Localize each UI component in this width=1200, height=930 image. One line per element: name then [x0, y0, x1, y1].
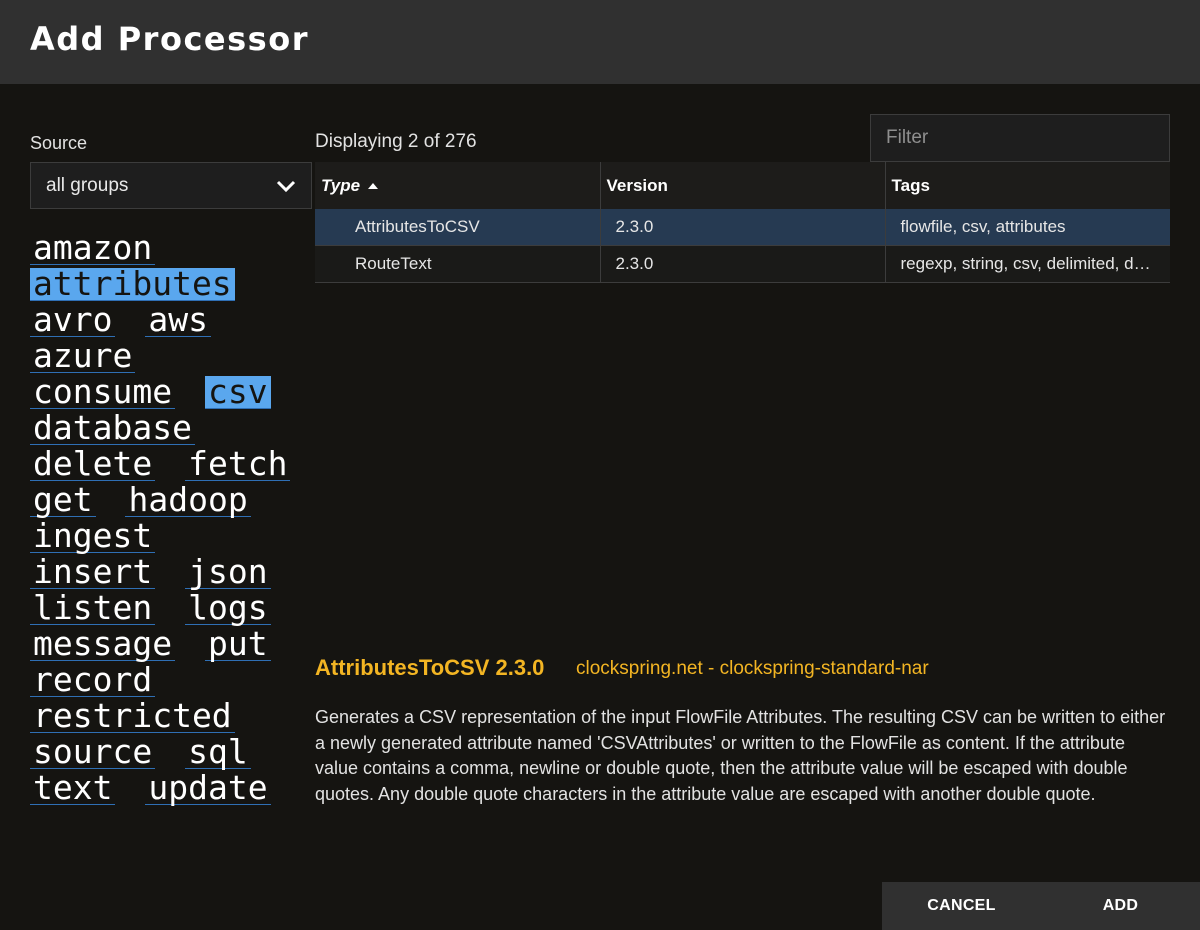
cell-version: 2.3.0	[599, 245, 885, 283]
tag-record[interactable]: record	[30, 663, 156, 697]
tag-restricted[interactable]: restricted	[30, 699, 235, 733]
tag-attributes[interactable]: attributes	[30, 267, 235, 301]
column-header-type-label: Type	[321, 175, 361, 195]
table-row[interactable]: AttributesToCSV 2.3.0 flowfile, csv, att…	[315, 209, 1170, 246]
chevron-down-icon	[276, 180, 296, 192]
tag-hadoop[interactable]: hadoop	[125, 483, 251, 517]
processor-bundle: clockspring.net - clockspring-standard-n…	[576, 658, 929, 679]
results-count: Displaying 2 of 276	[315, 131, 477, 152]
dialog-header: Add Processor	[0, 0, 1200, 84]
tag-source[interactable]: source	[30, 735, 156, 769]
tag-sql[interactable]: sql	[185, 735, 251, 769]
tag-update[interactable]: update	[145, 771, 271, 805]
dialog-actions: CANCEL ADD	[882, 882, 1200, 930]
tag-amazon[interactable]: amazon	[30, 231, 156, 265]
cell-tags: regexp, string, csv, delimited, delimite…	[884, 245, 1170, 283]
source-select[interactable]: all groups	[30, 162, 312, 209]
tag-csv[interactable]: csv	[204, 375, 271, 409]
cell-tags: flowfile, csv, attributes	[884, 209, 1170, 246]
filter-input[interactable]	[870, 114, 1170, 162]
tag-message[interactable]: message	[30, 627, 176, 661]
processor-table: Type Version Tags AttributesToCSV 2.3.0 …	[315, 162, 1170, 283]
source-select-value: all groups	[46, 174, 129, 196]
table-row[interactable]: RouteText 2.3.0 regexp, string, csv, del…	[315, 245, 1170, 283]
tag-avro[interactable]: avro	[30, 303, 116, 337]
tag-ingest[interactable]: ingest	[30, 519, 156, 553]
tag-azure[interactable]: azure	[30, 339, 136, 373]
tag-delete[interactable]: delete	[30, 447, 156, 481]
tag-get[interactable]: get	[30, 483, 96, 517]
tag-put[interactable]: put	[204, 627, 271, 661]
column-header-type[interactable]: Type	[315, 162, 600, 209]
column-header-version[interactable]: Version	[599, 162, 885, 209]
table-header-row: Type Version Tags	[315, 162, 1170, 209]
sort-ascending-icon	[368, 183, 379, 190]
tag-json[interactable]: json	[185, 555, 271, 589]
tag-database[interactable]: database	[30, 411, 195, 445]
processor-detail-title: AttributesToCSV 2.3.0	[315, 655, 545, 680]
tag-text[interactable]: text	[30, 771, 116, 805]
tag-cloud: amazon attributes avro aws azure consume…	[30, 230, 305, 806]
cell-type: RouteText	[315, 245, 600, 283]
cell-version: 2.3.0	[599, 209, 885, 246]
tag-listen[interactable]: listen	[30, 591, 156, 625]
cancel-button[interactable]: CANCEL	[882, 882, 1041, 930]
tag-logs[interactable]: logs	[185, 591, 271, 625]
tag-fetch[interactable]: fetch	[185, 447, 291, 481]
tag-consume[interactable]: consume	[30, 375, 176, 409]
tag-insert[interactable]: insert	[30, 555, 156, 589]
processor-description: Generates a CSV representation of the in…	[315, 707, 1166, 804]
add-button[interactable]: ADD	[1041, 882, 1200, 930]
tag-aws[interactable]: aws	[145, 303, 211, 337]
source-label: Source	[30, 133, 88, 153]
cell-type: AttributesToCSV	[315, 209, 600, 246]
column-header-tags[interactable]: Tags	[884, 162, 1170, 209]
dialog-title: Add Processor	[30, 20, 309, 58]
